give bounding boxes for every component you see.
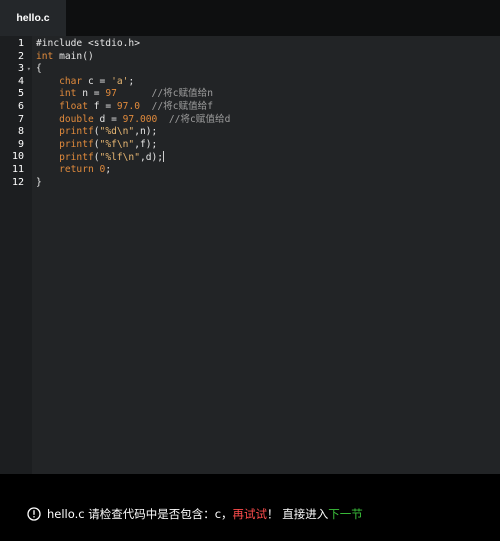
line-number-text: 2: [17, 50, 24, 62]
line-number: 8: [0, 126, 32, 139]
code-line[interactable]: double d = 97.000 //将c赋值给d: [36, 114, 496, 127]
line-number-gutter: 1 2 3 ▾ 4 5 6 7 8 9 10 11 12: [0, 36, 32, 474]
code-area[interactable]: #include <stdio.h> int main(){ char c = '…: [36, 36, 496, 189]
status-bar: hello.c 请检查代码中是否包含：c， 再试试 ！ 直接进入 下一节: [0, 474, 500, 541]
line-number-text: 12: [11, 176, 24, 188]
line-number: 3 ▾: [0, 63, 32, 76]
line-number: 12: [0, 177, 32, 190]
code-token: c =: [82, 75, 112, 87]
tab-hello-c[interactable]: hello.c: [0, 0, 66, 36]
code-line[interactable]: {: [36, 63, 496, 76]
code-line[interactable]: float f = 97.0 //将c赋值给f: [36, 101, 496, 114]
code-line[interactable]: printf("%d\n",n);: [36, 126, 496, 139]
alert-circle-icon: [27, 507, 41, 521]
line-number: 9: [0, 139, 32, 152]
code-token: //将c赋值给n: [151, 88, 214, 100]
fold-arrow-icon[interactable]: ▾: [27, 63, 31, 76]
code-editor-app: hello.c 1 2 3 ▾ 4 5 6 7 8 9 10 11 12 #include <stdio…: [0, 0, 500, 541]
code-token: printf: [59, 138, 94, 150]
code-token: "%d\n": [99, 126, 135, 138]
code-token: ;: [105, 163, 112, 175]
code-token: }: [36, 176, 42, 188]
code-line[interactable]: return 0;: [36, 164, 496, 177]
code-token: ,d);: [139, 152, 164, 164]
line-number: 11: [0, 164, 32, 177]
line-number-text: 7: [17, 113, 24, 125]
code-token: #include <stdio.h>: [36, 38, 140, 49]
line-number: 6: [0, 101, 32, 114]
status-middle-text: ！ 直接进入: [267, 507, 329, 521]
code-token: int: [36, 50, 54, 62]
code-token: char: [59, 75, 83, 87]
code-token: 97.0: [116, 100, 140, 112]
code-token: printf: [59, 152, 94, 164]
code-token: ;: [128, 75, 135, 87]
line-number-text: 8: [17, 126, 24, 138]
status-prefix-text: hello.c 请检查代码中是否包含：c，: [47, 507, 233, 521]
code-line[interactable]: }: [36, 177, 496, 190]
line-number: 5: [0, 88, 32, 101]
code-line[interactable]: int main(): [36, 51, 496, 64]
editor-pane[interactable]: 1 2 3 ▾ 4 5 6 7 8 9 10 11 12 #include <stdio.h> int m…: [0, 36, 500, 474]
code-token: {: [36, 63, 42, 75]
line-number-text: 1: [17, 38, 24, 49]
code-token: 97.000: [122, 113, 158, 125]
code-line[interactable]: printf("%lf\n",d);: [36, 151, 496, 164]
code-line[interactable]: printf("%f\n",f);: [36, 139, 496, 152]
text-cursor: [163, 151, 165, 163]
line-number-text: 4: [17, 75, 24, 87]
line-number-text: 10: [11, 151, 24, 163]
line-number-text: 3: [17, 63, 24, 75]
code-token: float: [59, 100, 88, 112]
code-token: n =: [76, 88, 106, 100]
code-token: double: [59, 113, 94, 125]
code-token: printf: [59, 126, 94, 138]
line-number: 1: [0, 38, 32, 51]
code-token: //将c赋值给d: [168, 113, 231, 125]
line-number: 2: [0, 51, 32, 64]
code-token: "%f\n": [99, 138, 135, 150]
tab-bar: hello.c: [0, 0, 500, 36]
code-line[interactable]: char c = 'a';: [36, 76, 496, 89]
line-number-text: 11: [11, 163, 24, 175]
code-token: main(): [53, 50, 94, 62]
line-number-text: 6: [17, 100, 24, 112]
line-number: 4: [0, 76, 32, 89]
code-line[interactable]: #include <stdio.h>: [36, 38, 496, 51]
line-number: 7: [0, 114, 32, 127]
retry-link[interactable]: 再试试: [233, 506, 268, 522]
status-message: hello.c 请检查代码中是否包含：c， 再试试 ！ 直接进入 下一节: [27, 505, 363, 523]
code-token: f =: [88, 100, 117, 112]
code-token: ,f);: [134, 138, 158, 150]
line-number-text: 5: [17, 88, 24, 100]
code-token: 'a': [111, 75, 129, 87]
line-number: 10: [0, 151, 32, 164]
next-section-link[interactable]: 下一节: [328, 506, 363, 522]
line-number-text: 9: [17, 138, 24, 150]
code-token: //将c赋值给f: [151, 100, 214, 112]
code-token: ,n);: [134, 126, 158, 138]
code-token: int: [59, 88, 77, 100]
code-token: 97: [105, 88, 117, 100]
code-token: return: [59, 163, 94, 175]
code-line[interactable]: int n = 97 //将c赋值给n: [36, 88, 496, 101]
code-token: "%lf\n": [99, 152, 140, 164]
code-token: d =: [93, 113, 123, 125]
